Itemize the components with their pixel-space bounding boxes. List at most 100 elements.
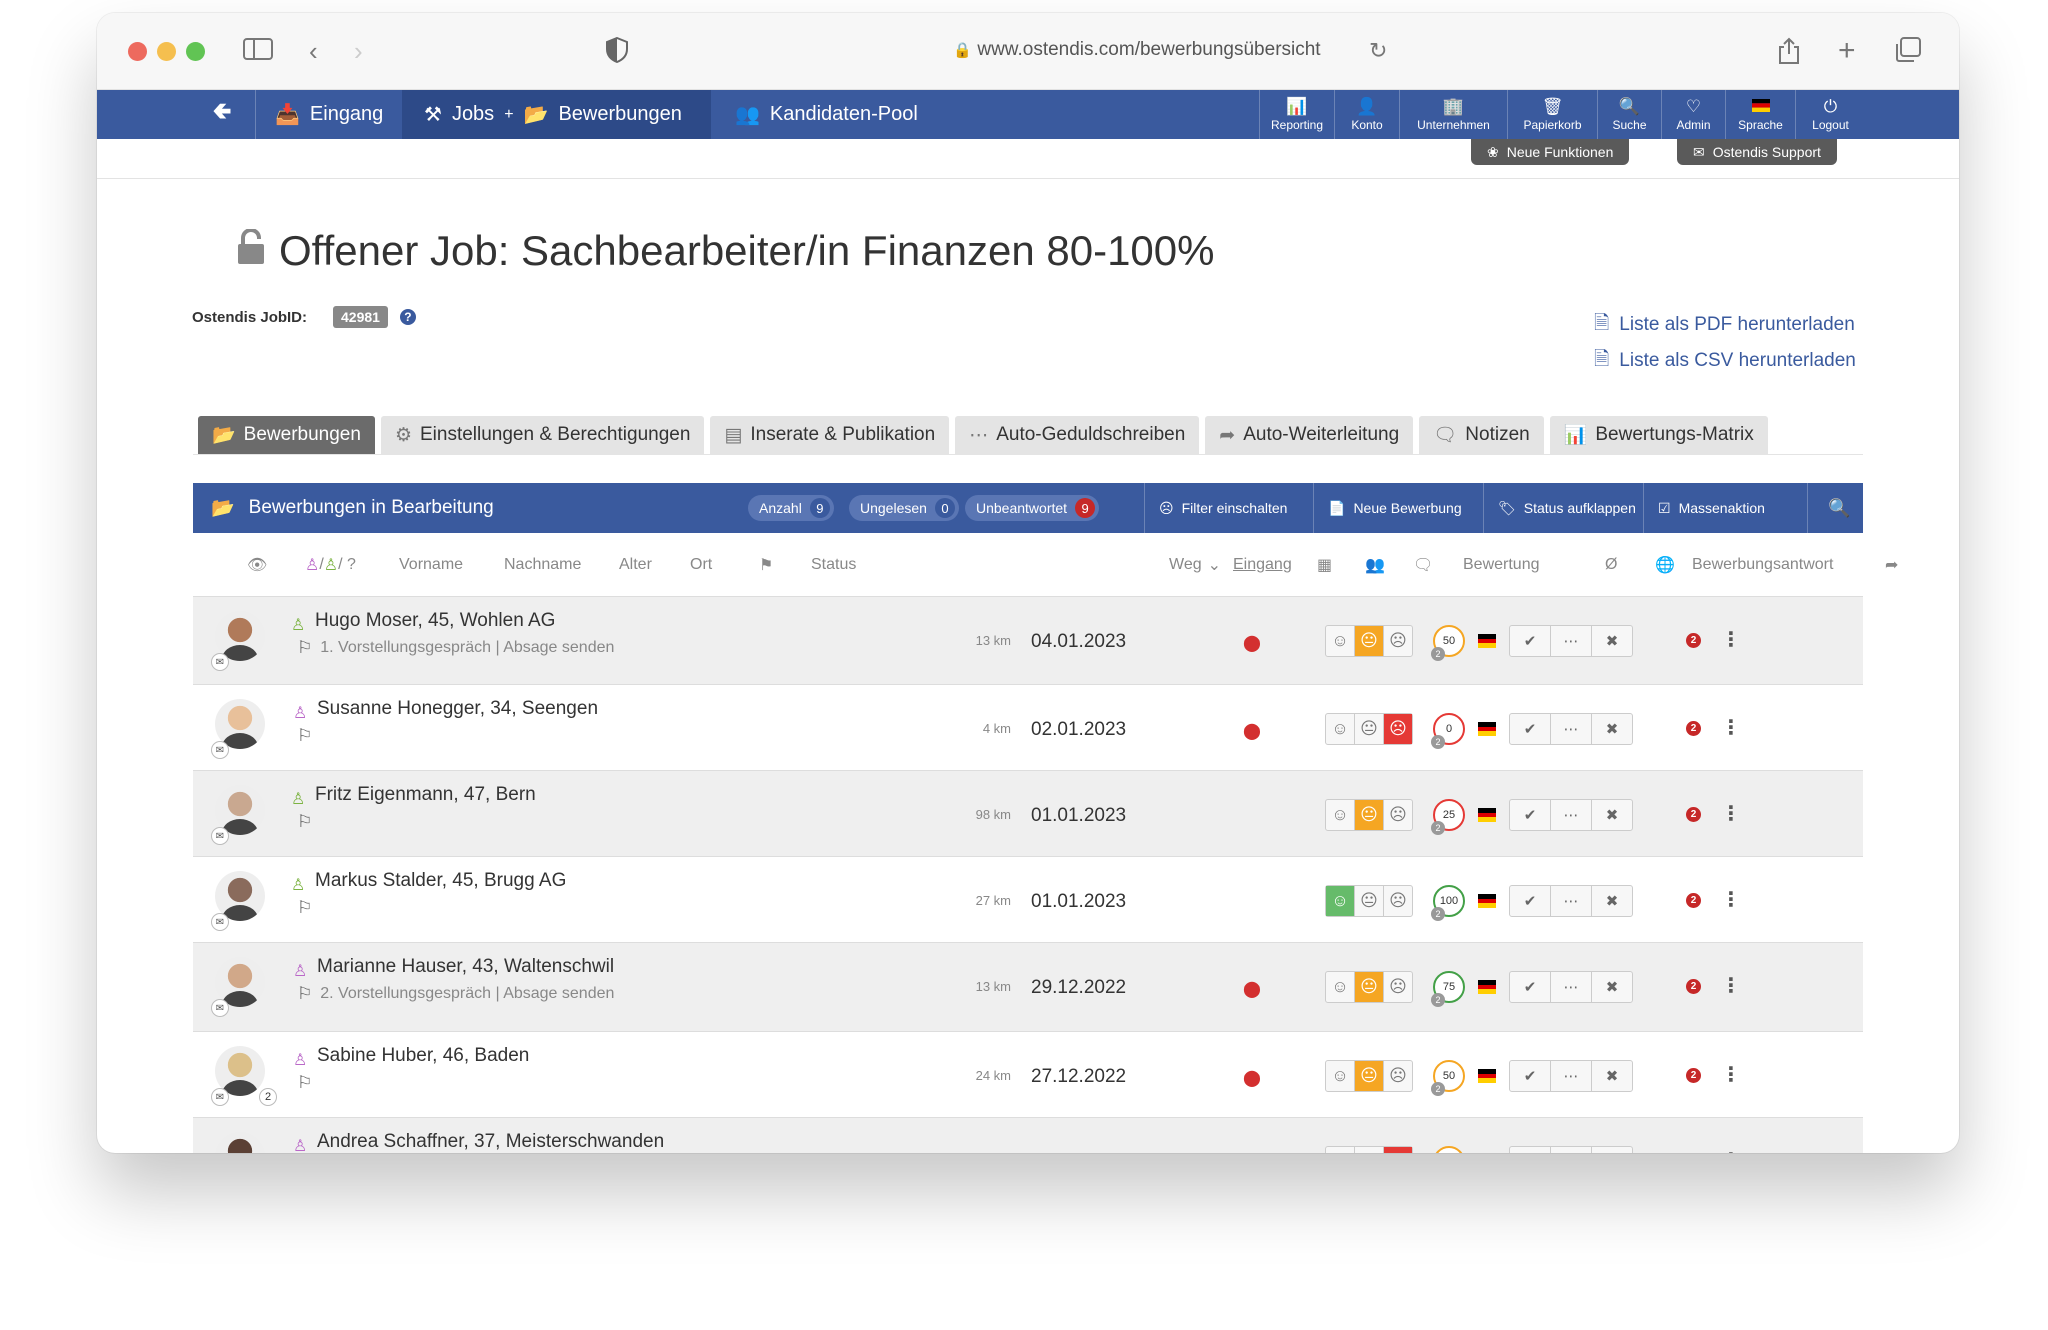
column-ort[interactable]: Ort <box>690 533 712 597</box>
download-csv-link[interactable]: 🗎 Liste als CSV herunterladen <box>1594 345 1856 377</box>
close-icon[interactable]: ✖ <box>1592 886 1632 916</box>
download-pdf-link[interactable]: 🗎 Liste als PDF herunterladen <box>1594 309 1855 341</box>
close-icon[interactable]: ✖ <box>1592 626 1632 656</box>
column-weg[interactable]: Weg ⌄ <box>1169 533 1221 597</box>
flag-column-icon[interactable]: ⚑ <box>759 533 773 597</box>
nav-konto[interactable]: 👤 Konto <box>1334 90 1399 139</box>
kebab-menu-icon[interactable]: ⋮ <box>1721 1148 1741 1153</box>
neutral-face-icon[interactable]: 😐 <box>1355 714 1384 744</box>
close-icon[interactable]: ✖ <box>1592 1147 1632 1153</box>
back-arrow-icon[interactable]: 🢀 <box>197 90 247 139</box>
column-nachname[interactable]: Nachname <box>504 533 581 597</box>
filter-button[interactable]: ☹ Filter einschalten <box>1144 483 1287 533</box>
nav-suche[interactable]: 🔍 Suche <box>1597 90 1661 139</box>
flag-icon[interactable]: ⚐ <box>297 898 312 918</box>
address-bar[interactable]: 🔒 www.ostendis.com/bewerbungsübersicht <box>837 39 1437 61</box>
ellipsis-icon[interactable]: ⋯ <box>1551 972 1592 1002</box>
frown-icon[interactable]: ☹ <box>1384 972 1412 1002</box>
comment-icon[interactable]: ⬤ <box>1243 633 1261 653</box>
globe-icon[interactable]: 🌐 <box>1655 533 1675 597</box>
minimize-window-button[interactable] <box>157 42 176 61</box>
tab-notizen[interactable]: 🗨 Notizen <box>1419 416 1544 454</box>
close-icon[interactable]: ✖ <box>1592 1061 1632 1091</box>
table-row[interactable]: ✉ ♙ Andrea Schaffner, 37, Meisterschwand… <box>193 1118 1863 1153</box>
candidate-name[interactable]: Susanne Honegger, 34, Seengen <box>317 698 598 720</box>
check-icon[interactable]: ✔ <box>1510 1147 1551 1153</box>
tab-inserate[interactable]: ▤ Inserate & Publikation <box>710 416 950 454</box>
candidate-name[interactable]: Marianne Hauser, 43, Waltenschwil <box>317 956 614 978</box>
smile-icon[interactable]: ☺ <box>1326 800 1355 830</box>
close-icon[interactable]: ✖ <box>1592 800 1632 830</box>
column-bewerbungsantwort[interactable]: Bewerbungsantwort <box>1692 533 1833 597</box>
frown-icon[interactable]: ☹ <box>1384 1147 1412 1153</box>
nav-kandidaten-pool[interactable]: 👥 Kandidaten-Pool <box>735 90 918 139</box>
kebab-menu-icon[interactable]: ⋮ <box>1721 801 1741 826</box>
tab-auto-geduldschreiben[interactable]: ⋯ Auto-Geduldschreiben <box>955 416 1200 454</box>
column-vorname[interactable]: Vorname <box>399 533 463 597</box>
gender-column-header[interactable]: ♙ / ♙ / ? <box>305 533 356 597</box>
status-badge[interactable]: 2 <box>1686 633 1701 648</box>
ostendis-support-button[interactable]: ✉ Ostendis Support <box>1677 139 1837 165</box>
zoom-window-button[interactable] <box>186 42 205 61</box>
column-alter[interactable]: Alter <box>619 533 652 597</box>
ellipsis-icon[interactable]: ⋯ <box>1551 800 1592 830</box>
counter-unbeantwortet[interactable]: Unbeantwortet 9 <box>965 495 1100 521</box>
bulk-action-button[interactable]: ☑ Massenaktion <box>1643 483 1765 533</box>
ellipsis-icon[interactable]: ⋯ <box>1551 714 1592 744</box>
table-row[interactable]: ✉ ♙ Hugo Moser, 45, Wohlen AG ⚐ 1. Vorst… <box>193 597 1863 685</box>
column-bewertung[interactable]: Bewertung <box>1463 533 1540 597</box>
nav-logout[interactable]: ⏻ Logout <box>1795 90 1865 139</box>
neue-funktionen-button[interactable]: ❀ Neue Funktionen <box>1471 139 1630 165</box>
table-row[interactable]: ✉ ♙ Markus Stalder, 45, Brugg AG ⚐ 27 km… <box>193 857 1863 943</box>
column-eingang[interactable]: Eingang <box>1233 533 1292 597</box>
kebab-menu-icon[interactable]: ⋮ <box>1721 973 1741 998</box>
new-application-button[interactable]: 📄 Neue Bewerbung <box>1313 483 1462 533</box>
table-row[interactable]: ✉ ♙ Marianne Hauser, 43, Waltenschwil ⚐ … <box>193 943 1863 1032</box>
frown-icon[interactable]: ☹ <box>1384 626 1412 656</box>
back-icon[interactable]: ‹ <box>309 37 318 65</box>
group-icon[interactable]: 👥 <box>1365 533 1385 597</box>
tab-bewertungs-matrix[interactable]: 📊 Bewertungs-Matrix <box>1549 416 1768 454</box>
nav-papierkorb[interactable]: 🗑 Papierkorb <box>1507 90 1597 139</box>
comment-icon[interactable]: ⬤ <box>1243 1068 1261 1088</box>
shield-icon[interactable] <box>605 36 629 68</box>
sidebar-toggle-icon[interactable] <box>243 37 273 66</box>
check-icon[interactable]: ✔ <box>1510 800 1551 830</box>
status-badge[interactable]: 2 <box>1686 807 1701 822</box>
avatar[interactable] <box>215 1132 265 1153</box>
neutral-face-icon[interactable]: 😐 <box>1355 800 1384 830</box>
table-row[interactable]: ✉ ♙ Susanne Honegger, 34, Seengen ⚐ 4 km… <box>193 685 1863 771</box>
smile-icon[interactable]: ☺ <box>1326 626 1355 656</box>
nav-admin[interactable]: ♡ Admin <box>1661 90 1725 139</box>
column-average[interactable]: Ø <box>1605 533 1617 597</box>
status-badge[interactable]: 2 <box>1686 893 1701 908</box>
neutral-face-icon[interactable]: 😐 <box>1355 886 1384 916</box>
table-search-button[interactable]: 🔍 <box>1807 483 1850 533</box>
smile-icon[interactable]: ☺ <box>1326 1147 1355 1153</box>
smile-icon[interactable]: ☺ <box>1326 886 1355 916</box>
smile-icon[interactable]: ☺ <box>1326 1061 1355 1091</box>
status-text[interactable]: 1. Vorstellungsgespräch | Absage senden <box>320 639 614 657</box>
status-badge[interactable]: 2 <box>1686 721 1701 736</box>
nav-eingang[interactable]: 📥 Eingang <box>275 90 383 139</box>
ellipsis-icon[interactable]: ⋯ <box>1551 626 1592 656</box>
nav-unternehmen[interactable]: 🏢 Unternehmen <box>1399 90 1507 139</box>
flag-icon[interactable]: ⚐ <box>297 638 312 658</box>
kebab-menu-icon[interactable]: ⋮ <box>1721 627 1741 652</box>
tab-einstellungen[interactable]: ⚙ Einstellungen & Berechtigungen <box>380 416 705 454</box>
share-icon[interactable] <box>1777 37 1801 70</box>
archive-icon[interactable]: ▦ <box>1317 533 1332 597</box>
flag-icon[interactable]: ⚐ <box>297 1073 312 1093</box>
new-tab-icon[interactable]: + <box>1838 36 1856 66</box>
check-icon[interactable]: ✔ <box>1510 972 1551 1002</box>
kebab-menu-icon[interactable]: ⋮ <box>1721 887 1741 912</box>
ellipsis-icon[interactable]: ⋯ <box>1551 1147 1592 1153</box>
check-icon[interactable]: ✔ <box>1510 626 1551 656</box>
smile-icon[interactable]: ☺ <box>1326 972 1355 1002</box>
kebab-menu-icon[interactable]: ⋮ <box>1721 1062 1741 1087</box>
candidate-name[interactable]: Hugo Moser, 45, Wohlen AG <box>315 610 555 632</box>
tab-bewerbungen[interactable]: 📂 Bewerbungen <box>198 416 375 454</box>
comment-icon[interactable]: ⬤ <box>1243 721 1261 741</box>
candidate-name[interactable]: Markus Stalder, 45, Brugg AG <box>315 870 566 892</box>
ellipsis-icon[interactable]: ⋯ <box>1551 886 1592 916</box>
